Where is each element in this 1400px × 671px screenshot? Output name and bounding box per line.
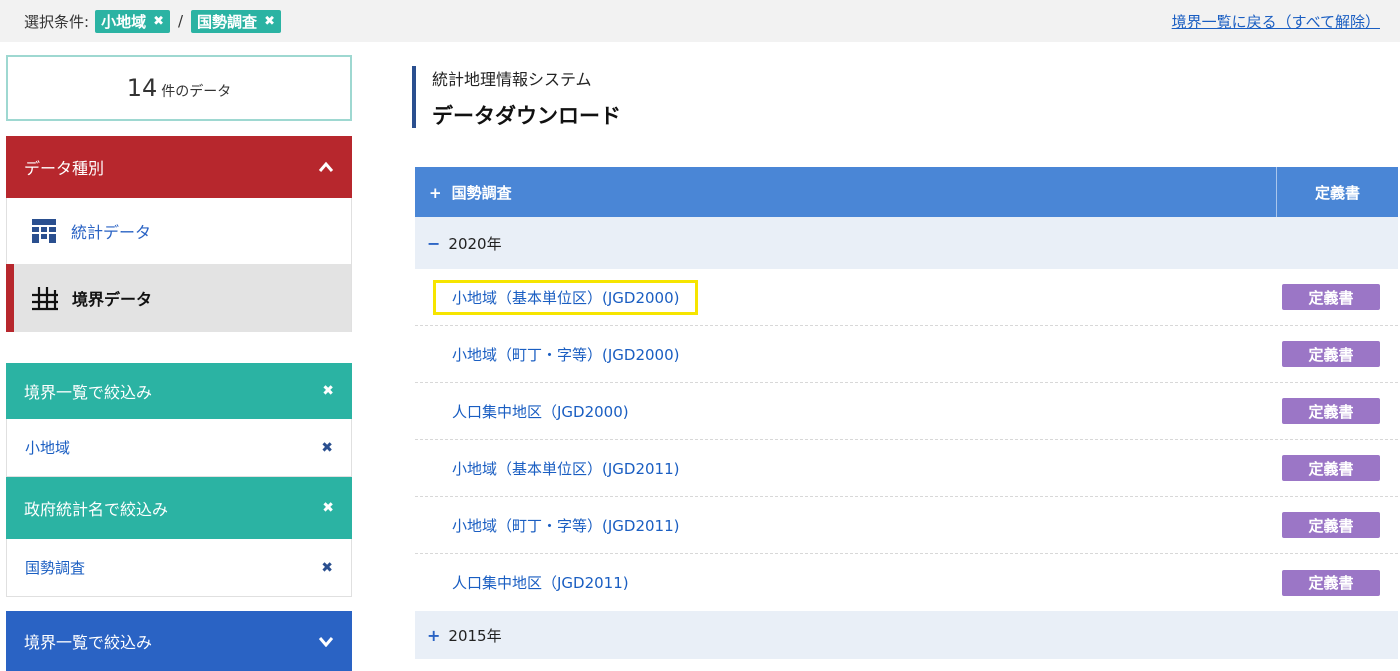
dataset-link[interactable]: 人口集中地区（JGD2011) [452,572,629,593]
tag-label: 小地域 [101,12,147,31]
year-toggle-2015[interactable]: + 2015年 [415,611,1398,659]
filter-title: 政府統計名で絞込み [24,500,169,519]
filter-value: 国勢調査 [25,559,86,577]
grid-icon [32,287,58,311]
dataset-link[interactable]: 小地域（基本単位区）(JGD2000) [432,279,699,315]
table-header: + 国勢調査 定義書 [415,167,1398,217]
panel-title: データ種別 [24,159,105,178]
table-row: 人口集中地区（JGD2000) 定義書 [415,383,1398,440]
definition-button[interactable]: 定義書 [1282,341,1380,367]
tag-small-area[interactable]: 小地域 ✖ [95,9,170,33]
data-type-boundary[interactable]: 境界データ [6,264,352,332]
remove-icon[interactable]: ✖ [321,440,333,456]
filter-title: 境界一覧で絞込み [24,383,153,402]
boundary-list-panel-header[interactable]: 境界一覧で絞込み [6,611,352,671]
filter-value-census[interactable]: 国勢調査 ✖ [6,539,352,597]
definition-button[interactable]: 定義書 [1282,512,1380,538]
table-row: 小地域（町丁・字等）(JGD2000) 定義書 [415,326,1398,383]
reset-all-link[interactable]: 境界一覧に戻る（すべて解除） [1172,11,1380,32]
tag-label: 国勢調査 [197,12,258,31]
dataset-link[interactable]: 小地域（町丁・字等）(JGD2000) [452,344,679,365]
filter-value: 小地域 [25,439,71,457]
dataset-link[interactable]: 小地域（町丁・字等）(JGD2011) [452,515,679,536]
remove-icon[interactable]: ✖ [321,560,333,576]
definition-button[interactable]: 定義書 [1282,398,1380,424]
result-count: 14 件のデータ [6,55,352,121]
selection-bar: 選択条件: 小地域 ✖ / 国勢調査 ✖ 境界一覧に戻る（すべて解除） [0,0,1400,42]
remove-icon[interactable]: ✖ [153,14,164,29]
page-header: 統計地理情報システム データダウンロード [412,66,621,128]
separator: / [177,12,184,30]
filter-header-boundary[interactable]: 境界一覧で絞込み ✖ [6,363,352,419]
page-title: データダウンロード [432,104,621,128]
definition-column-header: 定義書 [1276,167,1398,217]
survey-group-title: 国勢調査 [451,183,512,202]
system-name: 統計地理情報システム [432,70,592,89]
table-row: 小地域（基本単位区）(JGD2000) 定義書 [415,269,1398,326]
count-number: 14 [126,74,158,102]
download-table: + 国勢調査 定義書 − 2020年 小地域（基本単位区）(JGD2000) 定義… [415,167,1398,659]
selected-conditions: 選択条件: 小地域 ✖ / 国勢調査 ✖ [24,9,281,33]
data-type-panel-header[interactable]: データ種別 [6,136,352,198]
data-type-statistics[interactable]: 統計データ [6,198,352,264]
remove-icon[interactable]: ✖ [264,14,275,29]
year-toggle-2020[interactable]: − 2020年 [415,217,1398,269]
panel-title: 境界一覧で絞込み [24,633,153,652]
year-label: 2020年 [448,234,502,253]
year-label: 2015年 [448,626,502,645]
close-icon[interactable]: ✖ [322,500,334,516]
dataset-link[interactable]: 小地域（基本単位区）(JGD2011) [452,458,679,479]
table-row: 小地域（町丁・字等）(JGD2011) 定義書 [415,497,1398,554]
definition-button[interactable]: 定義書 [1282,284,1380,310]
chevron-up-icon [318,161,334,172]
filter-header-survey[interactable]: 政府統計名で絞込み ✖ [6,477,352,539]
table-row: 人口集中地区（JGD2011) 定義書 [415,554,1398,611]
conditions-label: 選択条件: [24,12,90,31]
count-unit: 件のデータ [161,83,232,100]
dataset-link[interactable]: 人口集中地区（JGD2000) [452,401,629,422]
minus-icon: − [427,233,441,253]
plus-icon: + [429,183,442,202]
definition-button[interactable]: 定義書 [1282,455,1380,481]
data-type-label: 統計データ [71,223,152,242]
data-type-label: 境界データ [72,290,153,309]
chevron-down-icon [318,637,334,647]
survey-group-toggle[interactable]: + 国勢調査 [415,182,1276,203]
definition-button[interactable]: 定義書 [1282,569,1380,596]
table-row: 小地域（基本単位区）(JGD2011) 定義書 [415,440,1398,497]
tag-census[interactable]: 国勢調査 ✖ [191,9,281,33]
plus-icon: + [427,625,441,645]
filter-value-small-area[interactable]: 小地域 ✖ [6,419,352,477]
table-icon [32,219,56,243]
close-icon[interactable]: ✖ [322,383,334,399]
